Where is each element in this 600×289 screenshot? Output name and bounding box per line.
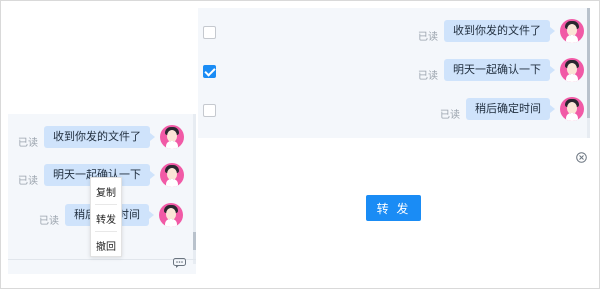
avatar-icon <box>560 57 584 82</box>
context-menu: 复制 转发 撤回 <box>90 177 122 257</box>
scrollbar-thumb[interactable] <box>193 232 196 250</box>
read-status: 已读 <box>18 176 38 187</box>
message-checkbox-checked[interactable] <box>203 65 216 78</box>
read-status: 已读 <box>418 71 438 82</box>
avatar-icon <box>560 18 584 43</box>
selectable-message[interactable]: 已读 明天一起确认一下 <box>418 57 584 82</box>
menu-separator <box>95 231 117 232</box>
avatar-icon <box>159 202 183 227</box>
message-bubble: 稍后确定时间 <box>466 97 555 120</box>
read-status: 已读 <box>18 138 38 149</box>
read-status: 已读 <box>418 32 438 43</box>
comment-icon[interactable] <box>173 258 186 268</box>
chat-scrollbar[interactable] <box>193 114 196 264</box>
panel-scrollbar[interactable] <box>587 8 590 138</box>
avatar-icon <box>560 96 584 121</box>
avatar-icon <box>160 162 184 187</box>
message-checkbox[interactable] <box>203 104 216 117</box>
selectable-message[interactable]: 已读 收到你发的文件了 <box>418 18 584 43</box>
chat-divider <box>8 259 196 260</box>
avatar-icon <box>160 124 184 149</box>
message-bubble: 收到你发的文件了 <box>444 19 555 42</box>
message-bubble: 明天一起确认一下 <box>444 58 555 81</box>
chat-message[interactable]: 已读 收到你发的文件了 <box>18 124 184 149</box>
read-status: 已读 <box>440 110 460 121</box>
menu-item-copy[interactable]: 复制 <box>91 184 121 199</box>
selectable-message[interactable]: 已读 稍后确定时间 <box>440 96 584 121</box>
menu-item-recall[interactable]: 撤回 <box>91 238 121 253</box>
forward-button[interactable]: 转 发 <box>366 195 421 221</box>
message-bubble: 收到你发的文件了 <box>44 125 155 148</box>
message-checkbox[interactable] <box>203 26 216 39</box>
scrollbar-thumb[interactable] <box>587 8 590 118</box>
menu-item-forward[interactable]: 转发 <box>91 211 121 226</box>
read-status: 已读 <box>39 216 59 227</box>
close-circle-icon[interactable] <box>576 152 587 163</box>
forward-selection-panel: 已读 收到你发的文件了 已读 明天一起确认一下 已读 稍后确定时间 <box>198 8 590 138</box>
menu-separator <box>95 204 117 205</box>
